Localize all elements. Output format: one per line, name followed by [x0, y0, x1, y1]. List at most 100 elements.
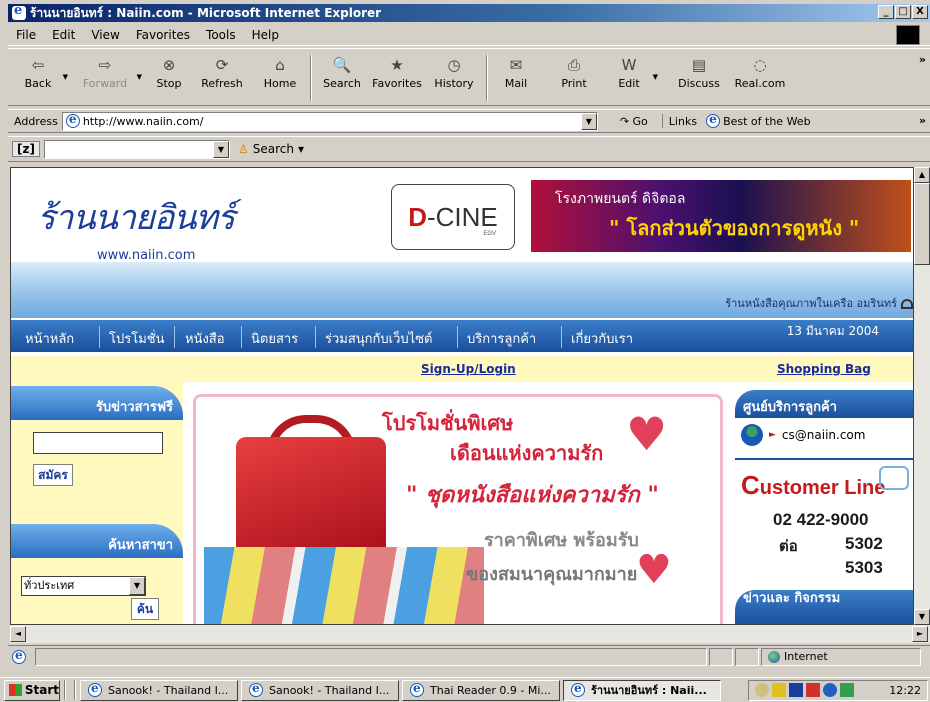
scroll-thumb[interactable] [914, 183, 930, 265]
home-button[interactable]: ⌂ Home [256, 49, 304, 105]
maximize-button[interactable]: □ [895, 5, 911, 19]
favorites-button[interactable]: ★ Favorites [366, 49, 428, 105]
task-sanook-2[interactable]: Sanook! - Thailand I... [241, 679, 399, 701]
update-icon[interactable] [840, 683, 854, 697]
menu-view[interactable]: View [83, 28, 127, 42]
edit-button[interactable]: W Edit ▼ [606, 49, 658, 105]
toolbar-search-input[interactable]: ▼ [43, 139, 230, 159]
forward-dropdown-icon[interactable]: ▼ [137, 73, 142, 81]
nav-magazines[interactable]: นิตยสาร [251, 328, 298, 349]
naiin-logo[interactable]: ร้านนายอินทร์ [37, 190, 235, 244]
close-button[interactable]: X [912, 5, 928, 19]
scroll-down-icon[interactable]: ▼ [914, 609, 930, 625]
nav-home[interactable]: หน้าหลัก [25, 328, 74, 349]
best-of-web-link[interactable]: Best of the Web [703, 112, 811, 128]
print-button[interactable]: ⎙ Print [546, 49, 602, 105]
real-com-button[interactable]: ◌ Real.com [728, 49, 792, 105]
region-dropdown-icon[interactable]: ▼ [129, 577, 145, 595]
ie-task-icon [571, 681, 585, 697]
banner-line1: โรงภาพยนตร์ ดิจิตอล [555, 191, 686, 207]
naiin-url[interactable]: www.naiin.com [97, 248, 195, 263]
links-more-chevron-icon[interactable]: » [919, 114, 926, 127]
refresh-label: Refresh [201, 77, 243, 90]
forward-arrow-icon: ⇨ [98, 56, 112, 74]
minimize-button[interactable]: _ [878, 5, 894, 19]
search-dropdown-icon[interactable]: ▼ [212, 140, 229, 158]
antivirus-icon[interactable] [806, 683, 820, 697]
task-label: Thai Reader 0.9 - Mi... [430, 683, 551, 697]
language-en-icon[interactable] [789, 683, 803, 697]
ext-label: ต่อ [779, 538, 798, 555]
task-sanook-1[interactable]: Sanook! - Thailand I... [80, 679, 238, 701]
task-label: Sanook! - Thailand I... [269, 683, 390, 697]
scroll-up-icon[interactable]: ▲ [914, 167, 930, 183]
menu-bar: File Edit View Favorites Tools Help [8, 24, 930, 46]
find-branch-button[interactable]: ค้น [131, 598, 159, 620]
edit-dropdown-icon[interactable]: ▼ [653, 73, 658, 81]
customer-line-title: Customer Line [741, 470, 885, 501]
title-bar[interactable]: ร้านนายอินทร์ : Naiin.com - Microsoft In… [8, 3, 930, 22]
phone-number: 02 422-9000 [773, 510, 869, 529]
back-button[interactable]: ⇦ Back ▼ [14, 49, 68, 105]
z-logo-icon[interactable]: [z] [12, 141, 40, 157]
nav-activities[interactable]: ร่วมสนุกกับเว็บไซต์ [325, 328, 432, 349]
dcine-banner[interactable]: โรงภาพยนตร์ ดิจิตอล " โลกส่วนตัวของการดู… [531, 180, 911, 252]
address-dropdown-icon[interactable]: ▼ [580, 112, 597, 130]
menu-file[interactable]: File [8, 28, 44, 42]
menu-edit[interactable]: Edit [44, 28, 83, 42]
address-url[interactable]: http://www.naiin.com/ [83, 115, 204, 128]
arrow-right-icon: ► [769, 430, 776, 440]
globe-icon [768, 650, 780, 663]
service-title: ศูนย์บริการลูกค้า [743, 400, 837, 415]
refresh-button[interactable]: ⟳ Refresh [194, 49, 250, 105]
nav-separator [315, 326, 316, 348]
toolbar-separator [486, 55, 488, 101]
clock[interactable]: 12:22 [889, 684, 921, 697]
branch-header: ค้นหาสาขา [11, 524, 183, 558]
back-dropdown-icon[interactable]: ▼ [63, 73, 68, 81]
menu-tools[interactable]: Tools [198, 28, 244, 42]
email-link[interactable]: cs@naiin.com [782, 428, 866, 442]
links-label[interactable]: Links [669, 115, 697, 128]
nav-about[interactable]: เกี่ยวกับเรา [571, 328, 633, 349]
mail-button[interactable]: ✉ Mail [494, 49, 538, 105]
subscribe-button[interactable]: สมัคร [33, 464, 73, 486]
promo-banner[interactable]: ♥ ♥ ♥ โปรโมชั่นพิเศษ เดือนแห่งความรัก " … [193, 394, 723, 624]
toolbar-more-chevron-icon[interactable]: » [919, 53, 926, 66]
task-label: ร้านนายอินทร์ : Naii... [591, 684, 707, 697]
task-naiin[interactable]: ร้านนายอินทร์ : Naii... [563, 679, 721, 701]
vertical-scrollbar[interactable]: ▲ ▼ [914, 167, 930, 625]
refresh-icon: ⟳ [215, 56, 229, 74]
menu-favorites[interactable]: Favorites [128, 28, 198, 42]
dcine-logo[interactable]: D -CINE EGV [391, 184, 515, 250]
stop-button[interactable]: ⊗ Stop [144, 49, 194, 105]
speaker-icon[interactable] [755, 683, 769, 697]
dcine-rest: -CINE [427, 201, 498, 232]
signup-login-link[interactable]: Sign-Up/Login [421, 362, 516, 376]
history-button[interactable]: ◷ History [428, 49, 480, 105]
region-select[interactable]: ทั่วประเทศ ▼ [21, 576, 146, 596]
nav-promotion[interactable]: โปรโมชั่น [109, 328, 164, 349]
task-thai-reader[interactable]: Thai Reader 0.9 - Mi... [402, 679, 560, 701]
email-contact[interactable]: ► cs@naiin.com [741, 424, 865, 446]
shopping-bag-link[interactable]: Shopping Bag [777, 362, 871, 376]
network-icon[interactable] [772, 683, 786, 697]
scroll-right-icon[interactable]: ► [912, 626, 928, 642]
menu-help[interactable]: Help [244, 28, 287, 42]
nav-books[interactable]: หนังสือ [185, 328, 225, 349]
history-label: History [434, 77, 474, 90]
go-button[interactable]: ↷ Go [620, 115, 648, 128]
address-label: Address [14, 114, 58, 128]
messenger-icon[interactable] [823, 683, 837, 697]
nav-customer-service[interactable]: บริการลูกค้า [467, 328, 536, 349]
search-button[interactable]: 🔍 Search [318, 49, 366, 105]
forward-button[interactable]: ⇨ Forward ▼ [74, 49, 142, 105]
discuss-button[interactable]: ▤ Discuss [670, 49, 728, 105]
newsletter-email-input[interactable] [33, 432, 163, 454]
search-options-icon[interactable]: ▾ [298, 142, 304, 156]
scroll-left-icon[interactable]: ◄ [10, 626, 26, 642]
horizontal-scrollbar[interactable]: ◄ ► [10, 625, 930, 643]
start-button[interactable]: Start [4, 679, 60, 701]
toolbar-search-button[interactable]: ♙ Search ▾ [238, 142, 304, 156]
address-input[interactable]: http://www.naiin.com/ ▼ [61, 111, 598, 131]
